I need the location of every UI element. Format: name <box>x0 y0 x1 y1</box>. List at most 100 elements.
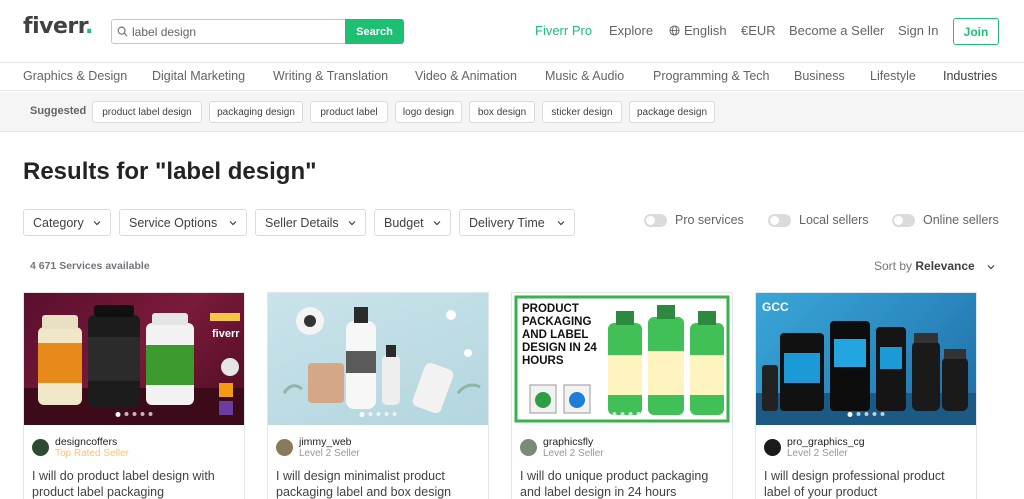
gig-title[interactable]: I will design minimalist product packagi… <box>276 468 480 499</box>
thumbnail-brand-text: fiverr <box>212 328 240 340</box>
chevron-down-icon <box>433 221 441 226</box>
search-bar: Search <box>111 19 404 44</box>
sort-dropdown[interactable]: Sort by Relevance <box>874 259 975 273</box>
product-bottles-image: fiverr <box>24 305 244 425</box>
category-writing-translation[interactable]: Writing & Translation <box>273 69 388 83</box>
gig-thumbnail[interactable]: GCC <box>756 293 976 425</box>
nav-become-seller[interactable]: Become a Seller <box>789 23 884 38</box>
search-icon <box>117 26 128 37</box>
suggested-chip[interactable]: sticker design <box>542 101 622 123</box>
join-button[interactable]: Join <box>953 18 999 45</box>
gig-thumbnail[interactable]: fiverr <box>24 293 244 425</box>
suggested-chip[interactable]: packaging design <box>209 101 303 123</box>
filter-seller-details[interactable]: Seller Details <box>255 209 366 236</box>
filter-delivery-time[interactable]: Delivery Time <box>459 209 575 236</box>
toggle-switch[interactable] <box>644 213 667 227</box>
filter-label: Service Options <box>129 215 218 230</box>
suggested-chip[interactable]: box design <box>469 101 535 123</box>
carousel-dots[interactable] <box>603 412 641 417</box>
fiverr-logo[interactable]: fiverr. <box>23 14 93 39</box>
nav-currency[interactable]: €EUR <box>741 23 776 38</box>
suggested-chip[interactable]: product label design <box>92 101 202 123</box>
suggested-chip[interactable]: logo design <box>395 101 462 123</box>
carousel-dots[interactable] <box>847 412 885 417</box>
seller-name[interactable]: pro_graphics_cg <box>787 436 865 448</box>
search-field[interactable] <box>111 19 345 44</box>
top-header: fiverr. Search Fiverr Pro Explore Englis… <box>0 0 1024 62</box>
nav-language[interactable]: English <box>669 23 727 38</box>
filter-label: Budget <box>384 215 424 230</box>
suggested-chip[interactable]: package design <box>629 101 715 123</box>
gig-title[interactable]: I will design professional product label… <box>764 468 968 499</box>
seller-level: Level 2 Seller <box>299 448 360 459</box>
toggle-switch[interactable] <box>892 213 915 227</box>
gig-card[interactable]: jimmy_web Level 2 Seller I will design m… <box>267 292 489 499</box>
category-graphics-design[interactable]: Graphics & Design <box>23 69 127 83</box>
category-programming-tech[interactable]: Programming & Tech <box>653 69 770 83</box>
green-bottles-image: PRODUCT PACKAGING AND LABEL DESIGN IN 24… <box>512 293 732 425</box>
suggested-bar: Suggested product label design packaging… <box>0 92 1024 132</box>
search-button[interactable]: Search <box>345 19 404 44</box>
chevron-down-icon <box>93 221 101 226</box>
filter-budget[interactable]: Budget <box>374 209 451 236</box>
gig-thumbnail[interactable] <box>268 293 488 425</box>
toggle-local-sellers[interactable]: Local sellers <box>768 213 868 227</box>
supplement-products-image: GCC <box>756 300 976 425</box>
nav-sign-in[interactable]: Sign In <box>898 23 938 38</box>
results-title: Results for "label design" <box>23 158 317 185</box>
filter-label: Seller Details <box>265 215 339 230</box>
category-digital-marketing[interactable]: Digital Marketing <box>152 69 245 83</box>
services-count: 4 671 Services available <box>30 260 150 272</box>
gig-thumbnail[interactable]: PRODUCT PACKAGING AND LABEL DESIGN IN 24… <box>512 293 732 425</box>
chevron-down-icon[interactable] <box>987 263 995 271</box>
filter-service-options[interactable]: Service Options <box>119 209 247 236</box>
filter-label: Delivery Time <box>469 215 545 230</box>
toggle-label: Local sellers <box>799 213 869 227</box>
toggle-pro-services[interactable]: Pro services <box>644 213 744 227</box>
nav-explore[interactable]: Explore <box>609 23 653 38</box>
sort-label: Sort by <box>874 259 913 273</box>
sort-value: Relevance <box>915 259 975 273</box>
gig-card[interactable]: PRODUCT PACKAGING AND LABEL DESIGN IN 24… <box>511 292 733 499</box>
toggle-online-sellers[interactable]: Online sellers <box>892 213 999 227</box>
seller-level: Top Rated Seller <box>55 448 129 459</box>
seller-name[interactable]: jimmy_web <box>299 436 352 448</box>
seller-name[interactable]: designcoffers <box>55 436 117 448</box>
search-input[interactable] <box>132 24 332 39</box>
minimalist-packaging-image <box>282 307 481 414</box>
chevron-down-icon <box>229 221 237 226</box>
globe-icon <box>669 25 680 36</box>
seller-name[interactable]: graphicsfly <box>543 436 593 448</box>
gig-title[interactable]: I will do unique product packaging and l… <box>520 468 724 499</box>
category-music-audio[interactable]: Music & Audio <box>545 69 624 83</box>
category-business[interactable]: Business <box>794 69 845 83</box>
gig-card[interactable]: fiverr designcoffers Top Rated Seller I … <box>23 292 245 499</box>
carousel-dots[interactable] <box>359 412 397 417</box>
avatar[interactable] <box>276 439 293 456</box>
category-menu: Graphics & Design Digital Marketing Writ… <box>0 62 1024 91</box>
filter-category[interactable]: Category <box>23 209 111 236</box>
thumbnail-headline: PRODUCT PACKAGING AND LABEL DESIGN IN 24… <box>522 303 597 367</box>
category-video-animation[interactable]: Video & Animation <box>415 69 517 83</box>
nav-language-label: English <box>684 23 727 38</box>
suggested-label: Suggested <box>30 105 87 117</box>
avatar[interactable] <box>764 439 781 456</box>
avatar[interactable] <box>520 439 537 456</box>
avatar[interactable] <box>32 439 49 456</box>
toggle-label: Pro services <box>675 213 744 227</box>
carousel-dots[interactable] <box>115 412 153 417</box>
category-lifestyle[interactable]: Lifestyle <box>870 69 916 83</box>
seller-level: Level 2 Seller <box>787 448 848 459</box>
seller-level: Level 2 Seller <box>543 448 604 459</box>
category-industries[interactable]: Industries <box>943 69 997 83</box>
suggested-chip[interactable]: product label <box>310 101 388 123</box>
chevron-down-icon <box>557 221 565 226</box>
nav-fiverr-pro[interactable]: Fiverr Pro <box>535 23 592 38</box>
toggle-switch[interactable] <box>768 213 791 227</box>
thumbnail-logo-text: GCC <box>762 300 789 314</box>
gig-title[interactable]: I will do product label design with prod… <box>32 468 236 499</box>
filter-label: Category <box>33 215 84 230</box>
toggle-label: Online sellers <box>923 213 999 227</box>
chevron-down-icon <box>348 221 356 226</box>
gig-card[interactable]: GCC pro_graphics_cg Level 2 Seller I wil… <box>755 292 977 499</box>
